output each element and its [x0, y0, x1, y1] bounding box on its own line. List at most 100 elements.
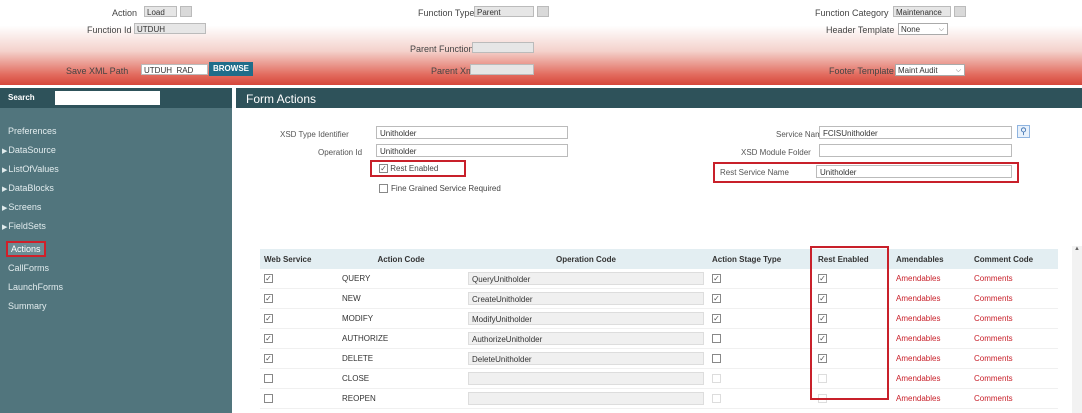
amendables-link[interactable]: Amendables: [892, 308, 970, 329]
comments-link[interactable]: Comments: [970, 308, 1058, 329]
comments-link[interactable]: Comments: [970, 368, 1058, 389]
action-stage-cell: [708, 328, 814, 349]
operation-code-input[interactable]: [468, 392, 704, 405]
browse-button[interactable]: BROWSE: [209, 62, 253, 76]
caret-right-icon: ▶: [2, 224, 8, 231]
operation-code-cell: QueryUnitholder: [464, 269, 708, 289]
sidebar-item-launchforms[interactable]: LaunchForms: [8, 282, 63, 292]
sidebar-item-preferences[interactable]: Preferences: [8, 126, 57, 136]
search-icon[interactable]: ⚲: [1017, 125, 1030, 138]
operation-code-cell: AuthorizeUnitholder: [464, 328, 708, 349]
function-id-field[interactable]: UTDUH: [134, 23, 206, 34]
checkbox-checked-icon[interactable]: ✓: [264, 314, 273, 324]
operation-code-input[interactable]: CreateUnitholder: [468, 292, 704, 305]
page-title: Form Actions: [246, 92, 317, 106]
checkbox-checked-icon[interactable]: ✓: [712, 274, 721, 284]
sidebar-item-screens[interactable]: ▶Screens: [2, 202, 41, 212]
checkbox-icon[interactable]: [712, 394, 721, 404]
checkbox-icon[interactable]: [264, 374, 273, 384]
operation-code-cell: [464, 368, 708, 389]
operation-code-input[interactable]: DeleteUnitholder: [468, 352, 704, 365]
operation-code-input[interactable]: [468, 372, 704, 385]
sidebar-item-label: Preferences: [8, 126, 57, 136]
operation-code-input[interactable]: AuthorizeUnitholder: [468, 332, 704, 345]
amendables-link[interactable]: Amendables: [892, 269, 970, 289]
web-service-cell: ✓: [260, 269, 338, 289]
sidebar-item-actions[interactable]: Actions: [6, 241, 46, 257]
comments-link[interactable]: Comments: [970, 328, 1058, 349]
function-type-lookup-button[interactable]: [537, 6, 549, 17]
parent-xml-field[interactable]: [470, 64, 534, 75]
save-xml-input[interactable]: UTDUH_RAD: [141, 64, 208, 75]
caret-right-icon: ▶: [2, 167, 8, 174]
chevron-down-icon: ⌵: [938, 26, 944, 33]
rest-enabled-checkbox[interactable]: ✓ Rest Enabled: [379, 164, 438, 174]
fine-grained-checkbox[interactable]: Fine Grained Service Required: [379, 184, 504, 193]
sidebar-item-fieldsets[interactable]: ▶FieldSets: [2, 221, 46, 231]
sidebar-item-summary[interactable]: Summary: [8, 301, 47, 311]
action-field[interactable]: Load: [144, 6, 177, 17]
checkbox-icon[interactable]: [264, 394, 273, 404]
xsd-module-input[interactable]: [819, 144, 1012, 157]
table-row: ✓ DELETE DeleteUnitholder ✓ Amendables Commen…: [260, 348, 1058, 369]
header-template-select[interactable]: None ⌵: [898, 23, 948, 35]
footer-template-label: Footer Template: [829, 66, 894, 76]
operation-code-input[interactable]: ModifyUnitholder: [468, 312, 704, 325]
chevron-down-icon: ⌵: [955, 67, 961, 74]
caret-right-icon: ▶: [2, 205, 8, 212]
operation-code-cell: ModifyUnitholder: [464, 308, 708, 329]
fine-grained-label: Fine Grained Service Required: [391, 184, 501, 193]
action-code-cell: NEW: [338, 288, 464, 309]
action-label: Action: [112, 8, 138, 18]
web-service-cell: [260, 368, 338, 389]
sidebar-item-label: ListOfValues: [8, 164, 59, 174]
function-category-lookup-button[interactable]: [954, 6, 966, 17]
col-action-code: Action Code: [338, 249, 464, 269]
amendables-link[interactable]: Amendables: [892, 348, 970, 369]
operation-code-input[interactable]: QueryUnitholder: [468, 272, 704, 285]
checkbox-icon[interactable]: [712, 334, 721, 344]
sidebar-item-listofvalues[interactable]: ▶ListOfValues: [2, 164, 59, 174]
checkbox-checked-icon[interactable]: ✓: [264, 274, 273, 284]
checkbox-checked-icon[interactable]: ✓: [712, 314, 721, 324]
scroll-up-icon: ▲: [1074, 246, 1080, 252]
amendables-link[interactable]: Amendables: [892, 368, 970, 389]
footer-template-select[interactable]: Maint Audit ⌵: [895, 64, 965, 76]
xsd-module-label: XSD Module Folder: [741, 148, 811, 157]
amendables-link[interactable]: Amendables: [892, 328, 970, 349]
function-category-label: Function Category: [815, 8, 889, 18]
col-operation-code: Operation Code: [464, 249, 708, 269]
function-category-field[interactable]: Maintenance: [893, 6, 951, 17]
sidebar-item-callforms[interactable]: CallForms: [8, 263, 49, 273]
operation-id-input[interactable]: Unitholder: [376, 144, 568, 157]
comments-link[interactable]: Comments: [970, 388, 1058, 409]
checkbox-icon[interactable]: [712, 374, 721, 384]
checkbox-checked-icon[interactable]: ✓: [264, 334, 273, 344]
checkbox-checked-icon[interactable]: ✓: [264, 294, 273, 304]
action-code-cell: AUTHORIZE: [338, 328, 464, 349]
comments-link[interactable]: Comments: [970, 269, 1058, 289]
sidebar-item-datasource[interactable]: ▶DataSource: [2, 145, 56, 155]
rest-service-input[interactable]: Unitholder: [816, 165, 1012, 178]
col-amendables: Amendables: [892, 249, 970, 269]
checkbox-checked-icon[interactable]: ✓: [264, 354, 273, 364]
service-name-input[interactable]: FCISUnitholder: [819, 126, 1012, 139]
sidebar-item-datablocks[interactable]: ▶DataBlocks: [2, 183, 54, 193]
xsd-type-input[interactable]: Unitholder: [376, 126, 568, 139]
checkbox-checked-icon[interactable]: ✓: [712, 294, 721, 304]
vertical-scrollbar[interactable]: ▲: [1072, 246, 1082, 413]
comments-link[interactable]: Comments: [970, 348, 1058, 369]
function-type-field[interactable]: Parent: [474, 6, 534, 17]
table-header-row: Web Service Action Code Operation Code A…: [260, 249, 1058, 269]
comments-link[interactable]: Comments: [970, 288, 1058, 309]
search-input[interactable]: [55, 91, 160, 105]
web-service-cell: ✓: [260, 348, 338, 369]
sidebar-item-label: Screens: [8, 202, 42, 212]
page-title-bar: Form Actions: [236, 88, 1082, 108]
amendables-link[interactable]: Amendables: [892, 288, 970, 309]
parent-function-field[interactable]: [472, 42, 534, 53]
action-lookup-button[interactable]: [180, 6, 192, 17]
checkbox-icon[interactable]: [712, 354, 721, 364]
action-stage-cell: ✓: [708, 269, 814, 289]
amendables-link[interactable]: Amendables: [892, 388, 970, 409]
